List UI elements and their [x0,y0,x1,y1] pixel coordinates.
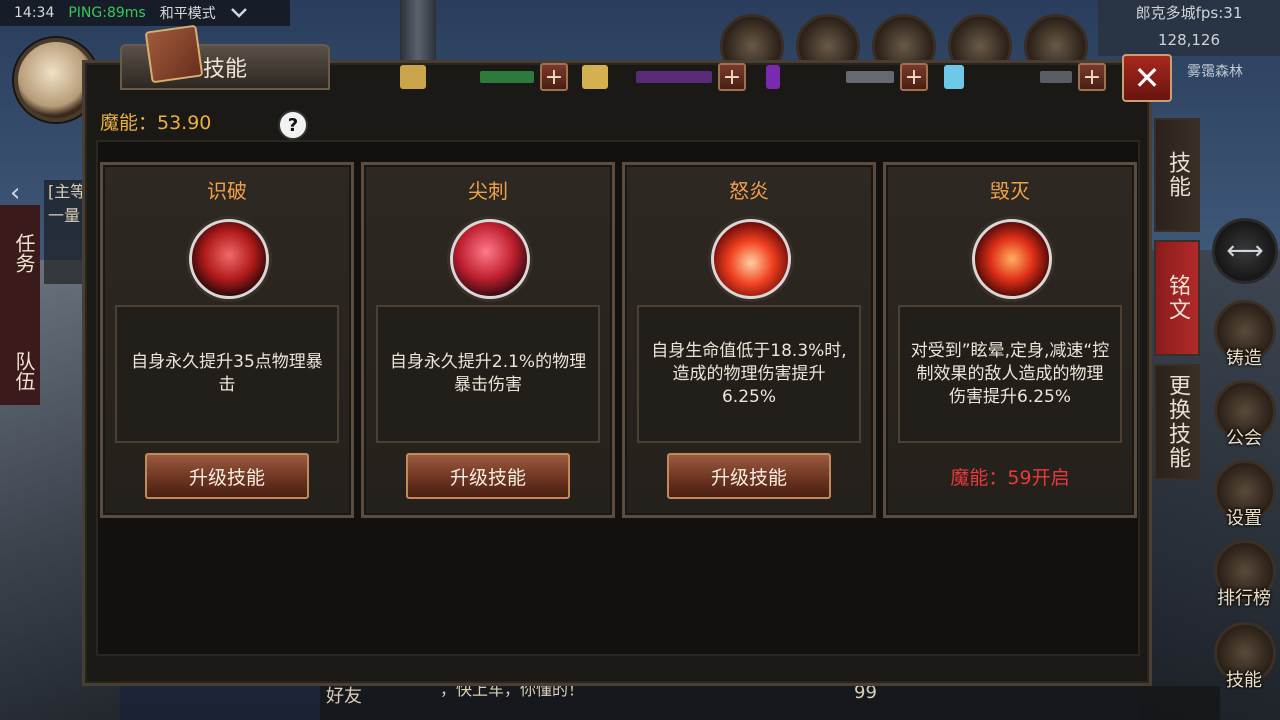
skill-description: 对受到”眩晕,定身,减速“控制效果的敌人造成的物理伤害提升6.25% [898,305,1122,443]
skill-book-icon [144,24,204,84]
upgrade-skill-button[interactable]: 升级技能 [406,453,570,499]
tab-change-skill[interactable]: 更换技能 [1154,364,1200,480]
gold-icon [400,65,426,89]
hud-ranking[interactable]: 排行榜 [1214,540,1276,610]
left-side-tabs: 任务 队伍 [0,205,40,405]
currency-value [1040,71,1072,83]
close-button[interactable]: ✕ [1122,54,1172,102]
currency-3: + [636,62,746,92]
gem-icon [766,65,780,89]
currency-5: + [846,62,928,92]
currency-6 [944,62,964,92]
currency-1: + [480,62,568,92]
spike-skill-icon [450,219,530,299]
destruction-skill-icon [972,219,1052,299]
plus-icon[interactable]: + [900,63,928,91]
clock: 14:34 [14,5,55,21]
hud-settings[interactable]: 设置 [1214,460,1276,530]
currency-gold [400,62,426,92]
skill-title: 怒炎 [729,179,769,203]
upgrade-skill-button[interactable]: 升级技能 [145,453,309,499]
skill-title: 尖刺 [468,179,508,203]
currency-value [480,71,534,83]
map-info: 郎克多城fps:31 128,126 [1098,0,1280,56]
ping-indicator: PING:89ms [68,5,146,21]
skill-description: 自身永久提升35点物理暴击 [115,305,339,443]
skill-description: 自身永久提升2.1%的物理暴击伤害 [376,305,600,443]
plus-icon[interactable]: + [1078,63,1106,91]
help-icon[interactable]: ? [278,110,308,140]
currency-value [846,71,894,83]
currency-value [636,71,712,83]
tab-skill[interactable]: 技能 [1154,118,1200,232]
currency-4 [766,62,780,92]
skill-card[interactable]: 识破 自身永久提升35点物理暴击 升级技能 [100,162,354,518]
collapse-left-icon[interactable]: ‹ [10,178,20,208]
hud-toggle-button[interactable]: ⟷ [1212,218,1278,284]
diamond-icon [944,65,964,89]
plus-icon[interactable]: + [718,63,746,91]
close-icon: ✕ [1133,59,1161,97]
skill-card[interactable]: 怒炎 自身生命值低于18.3%时,造成的物理伤害提升6.25% 升级技能 [622,162,876,518]
skill-title: 识破 [207,179,247,203]
hud-guild[interactable]: 公会 [1214,380,1276,450]
chat-strip[interactable]: 好友 ，快上车，你懂的！ 99 [320,680,1220,720]
fps-readout: 郎克多城fps:31 [1135,4,1243,22]
insight-skill-icon [189,219,269,299]
upgrade-skill-button[interactable]: 升级技能 [667,453,831,499]
skill-card[interactable]: 毁灭 对受到”眩晕,定身,减速“控制效果的敌人造成的物理伤害提升6.25% 魔能… [883,162,1137,518]
fury-flame-skill-icon [711,219,791,299]
currency-7: + [1040,62,1106,92]
plus-icon[interactable]: + [540,63,568,91]
status-bar: 14:34 PING:89ms 和平模式 [0,0,290,26]
hud-skills[interactable]: 技能 [1214,622,1276,692]
gold-icon [582,65,608,89]
skill-description: 自身生命值低于18.3%时,造成的物理伤害提升6.25% [637,305,861,443]
tab-tasks[interactable]: 任务 [0,205,39,323]
chevron-down-icon[interactable] [230,4,248,22]
coordinates: 128,126 [1157,31,1221,49]
skill-title: 毁灭 [990,179,1030,203]
unlock-requirement: 魔能：59开启 [950,467,1070,489]
pk-mode-label[interactable]: 和平模式 [160,3,216,23]
hud-forge[interactable]: 铸造 [1214,300,1276,370]
tab-team[interactable]: 队伍 [0,323,39,441]
skill-card[interactable]: 尖刺 自身永久提升2.1%的物理暴击伤害 升级技能 [361,162,615,518]
tab-rune[interactable]: 铭文 [1154,240,1200,356]
mana-value: 魔能：53.90 [100,112,212,134]
currency-2 [582,62,608,92]
